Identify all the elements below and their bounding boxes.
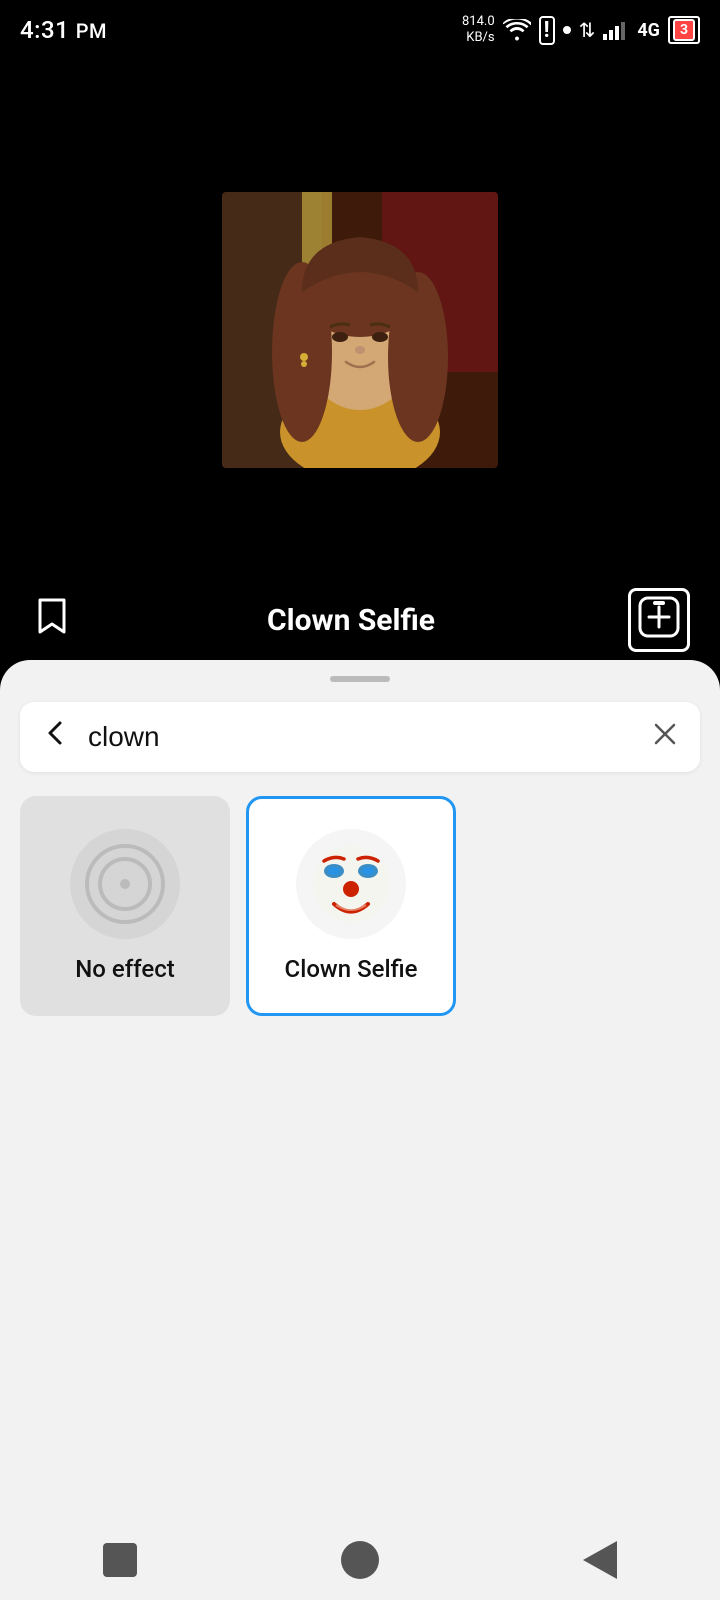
- alert-icon: !: [539, 16, 555, 45]
- status-time: 4:31 PM: [20, 16, 107, 44]
- back-button[interactable]: [575, 1535, 625, 1585]
- search-back-button[interactable]: [40, 717, 72, 757]
- header-title: Clown Selfie: [267, 603, 435, 638]
- wifi-icon: [503, 19, 531, 41]
- home-icon: [341, 1541, 379, 1579]
- clown-face-icon: [306, 839, 396, 929]
- bottom-sheet: No effect: [0, 660, 720, 1600]
- no-effect-label: No effect: [75, 955, 175, 983]
- signal-icon: [603, 20, 629, 40]
- no-effect-icon-area: [70, 829, 180, 939]
- search-bar: [20, 702, 700, 772]
- clown-selfie-icon-area: [296, 829, 406, 939]
- effects-grid: No effect: [0, 772, 720, 1040]
- effect-item-no-effect[interactable]: No effect: [20, 796, 230, 1016]
- search-input[interactable]: [88, 721, 650, 753]
- status-icons: 814.0KB/s ! ⇅ 4G 3: [462, 14, 700, 45]
- no-effect-icon: [85, 844, 165, 924]
- notification-dot: [563, 26, 571, 34]
- effect-item-clown-selfie[interactable]: Clown Selfie: [246, 796, 456, 1016]
- photo-container: [222, 192, 498, 468]
- clown-selfie-label: Clown Selfie: [285, 955, 418, 983]
- battery-level: 3: [673, 19, 695, 41]
- add-to-story-button[interactable]: [628, 588, 690, 652]
- data-arrow-icon: ⇅: [579, 18, 596, 42]
- navigation-bar: [0, 1520, 720, 1600]
- battery-icon: 3: [668, 16, 700, 44]
- network-type: 4G: [637, 20, 660, 41]
- person-photo: [222, 192, 498, 468]
- search-clear-button[interactable]: [650, 719, 680, 756]
- back-icon: [583, 1541, 617, 1579]
- sheet-handle: [330, 676, 390, 682]
- header-bar: Clown Selfie: [0, 580, 720, 660]
- photo-area: [0, 60, 720, 600]
- status-bar: 4:31 PM 814.0KB/s ! ⇅ 4G 3: [0, 0, 720, 60]
- bookmark-button[interactable]: [30, 594, 74, 647]
- recent-apps-icon: [103, 1543, 137, 1577]
- no-effect-inner-ring: [98, 857, 152, 911]
- home-button[interactable]: [335, 1535, 385, 1585]
- recent-apps-button[interactable]: [95, 1535, 145, 1585]
- no-effect-dot: [120, 879, 130, 889]
- speed-indicator: 814.0KB/s: [462, 14, 495, 45]
